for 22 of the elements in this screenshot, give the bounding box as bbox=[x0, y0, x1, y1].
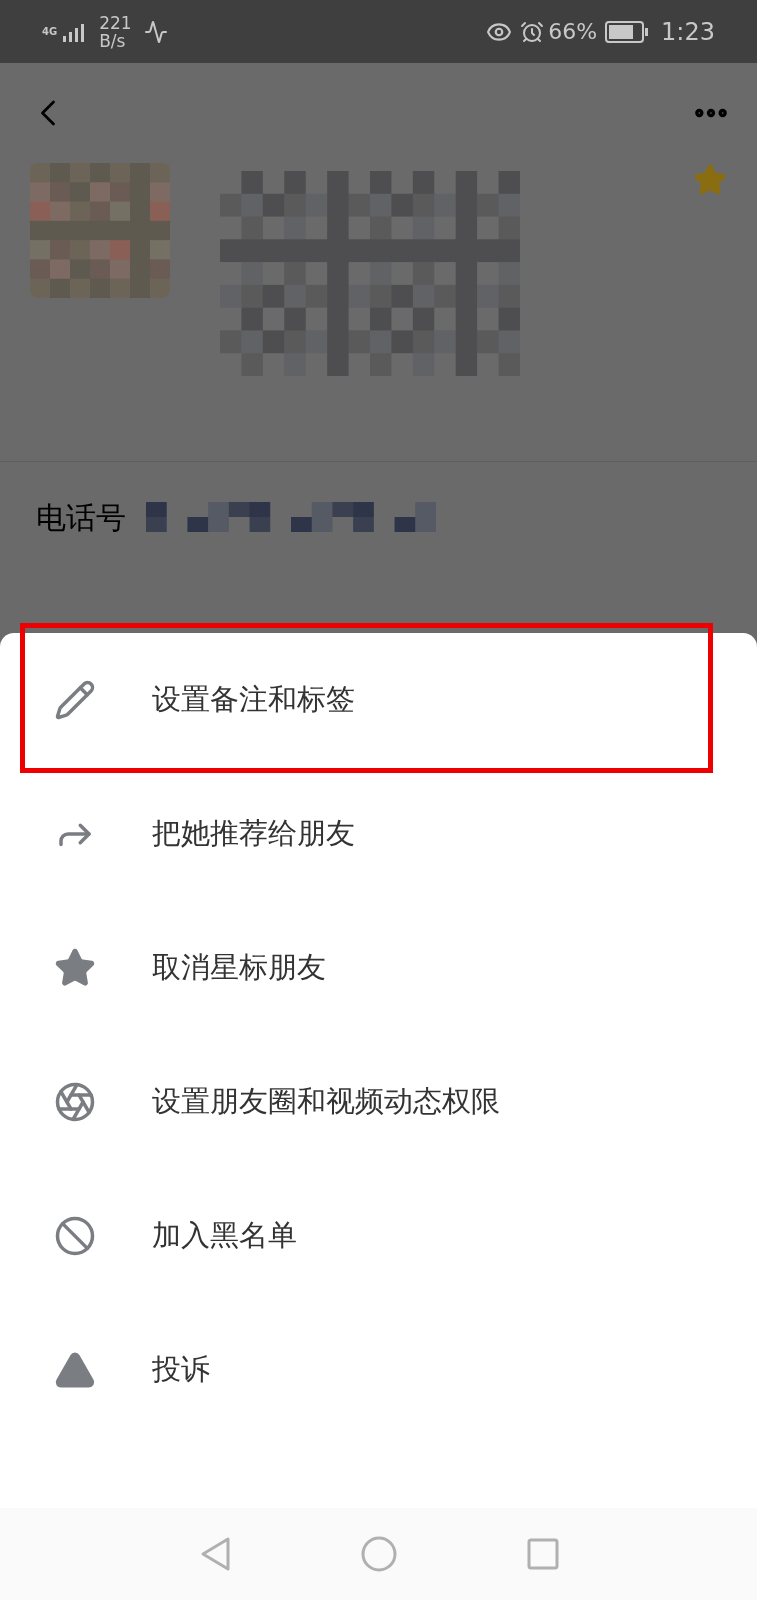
star-icon[interactable] bbox=[693, 163, 727, 197]
menu-item[interactable]: 投诉 bbox=[0, 1303, 757, 1437]
menu-item[interactable]: 设置朋友圈和视频动态权限 bbox=[0, 1035, 757, 1169]
network-label: 4G bbox=[42, 25, 58, 39]
alarm-icon bbox=[520, 19, 545, 44]
activity-icon bbox=[143, 19, 168, 44]
menu-item[interactable]: 取消星标朋友 bbox=[0, 901, 757, 1035]
speed-value: 221 bbox=[99, 13, 132, 32]
battery-percent: 66% bbox=[548, 18, 598, 46]
block-icon bbox=[54, 1215, 96, 1257]
pencil-icon bbox=[54, 679, 96, 721]
aperture-icon bbox=[54, 1081, 96, 1123]
battery-icon bbox=[605, 20, 650, 43]
speed-unit: B/s bbox=[99, 31, 127, 50]
clock-time: 1:23 bbox=[661, 16, 715, 48]
menu-item[interactable]: 加入黑名单 bbox=[0, 1169, 757, 1303]
recents-icon[interactable] bbox=[526, 1538, 559, 1570]
home-icon[interactable] bbox=[360, 1536, 397, 1572]
phone-label: 电话号 bbox=[36, 498, 126, 537]
menu-item[interactable]: 把她推荐给朋友 bbox=[0, 767, 757, 901]
star-icon bbox=[54, 947, 96, 989]
menu-item[interactable]: 设置备注和标签 bbox=[0, 633, 757, 767]
